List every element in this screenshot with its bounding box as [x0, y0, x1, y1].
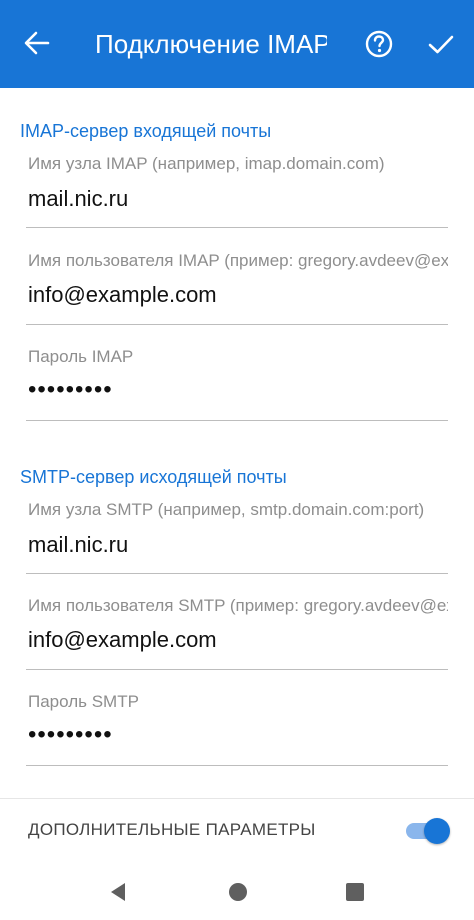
arrow-left-icon[interactable] [20, 26, 54, 60]
square-recents-icon[interactable] [343, 880, 367, 904]
circle-home-icon[interactable] [226, 880, 250, 904]
imap-password-underline [26, 420, 448, 421]
advanced-settings-toggle[interactable] [404, 817, 450, 845]
smtp-host-underline [26, 573, 448, 574]
check-icon[interactable] [424, 27, 458, 61]
imap-username-underline [26, 324, 448, 325]
page-title: Подключение IMAP [95, 29, 327, 59]
triangle-back-icon[interactable] [106, 880, 130, 904]
imap-host-input[interactable]: mail.nic.ru [28, 186, 448, 212]
imap-username-input[interactable]: info@example.com [28, 282, 448, 308]
smtp-password-underline [26, 765, 448, 766]
smtp-username-input[interactable]: info@example.com [28, 627, 448, 653]
imap-host-label: Имя узла IMAP (например, imap.domain.com… [28, 154, 385, 173]
smtp-host-label: Имя узла SMTP (например, smtp.domain.com… [28, 500, 425, 519]
imap-host-underline [26, 227, 448, 228]
app-bar: Подключение IMAP [0, 0, 474, 88]
toggle-thumb [424, 818, 450, 844]
system-nav-bar [0, 866, 474, 920]
smtp-password-input[interactable]: ••••••••• [28, 721, 448, 749]
imap-password-label: Пароль IMAP [28, 347, 134, 366]
imap-section-title: IMAP-сервер входящей почты [20, 121, 272, 141]
smtp-username-underline [26, 669, 448, 670]
smtp-section-title: SMTP-сервер исходящей почты [20, 467, 287, 487]
smtp-password-label: Пароль SMTP [28, 692, 139, 711]
smtp-host-input[interactable]: mail.nic.ru [28, 532, 448, 558]
imap-password-input[interactable]: ••••••••• [28, 376, 448, 404]
advanced-settings-label: ДОПОЛНИТЕЛЬНЫЕ ПАРАМЕТРЫ [28, 820, 316, 839]
smtp-username-label: Имя пользователя SMTP (пример: gregory.a… [28, 596, 448, 615]
imap-username-label: Имя пользователя IMAP (пример: gregory.a… [28, 251, 448, 270]
section-divider [0, 798, 474, 799]
help-circle-icon[interactable] [362, 27, 396, 61]
